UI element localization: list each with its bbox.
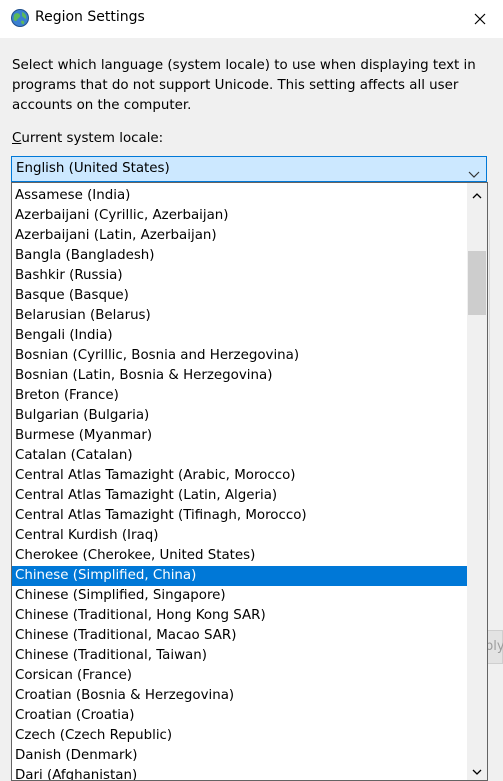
list-item[interactable]: Bosnian (Cyrillic, Bosnia and Herzegovin… [12, 346, 468, 366]
list-item[interactable]: Central Atlas Tamazight (Latin, Algeria) [12, 486, 468, 506]
list-item[interactable]: Czech (Czech Republic) [12, 726, 468, 746]
chevron-down-icon[interactable] [468, 165, 480, 178]
globe-icon [10, 8, 30, 28]
list-item[interactable]: Chinese (Traditional, Taiwan) [12, 646, 468, 666]
list-item[interactable]: Azerbaijani (Latin, Azerbaijan) [12, 226, 468, 246]
locale-list: Assamese (India) Azerbaijani (Cyrillic, A… [12, 186, 468, 780]
list-item[interactable]: Assamese (India) [12, 186, 468, 206]
selected-locale-value: English (United States) [16, 161, 170, 176]
list-item-selected[interactable]: Chinese (Simplified, China) [12, 566, 468, 586]
list-item[interactable]: Bengali (India) [12, 326, 468, 346]
list-item[interactable]: Breton (France) [12, 386, 468, 406]
list-item[interactable]: Dari (Afghanistan) [12, 766, 468, 780]
label-mnemonic: C [12, 131, 22, 146]
system-locale-label: Current system locale: [12, 131, 163, 146]
list-item[interactable]: Central Atlas Tamazight (Tifinagh, Moroc… [12, 506, 468, 526]
list-item[interactable]: Burmese (Myanmar) [12, 426, 468, 446]
title-bar: Region Settings [0, 0, 503, 38]
list-item[interactable]: Chinese (Traditional, Hong Kong SAR) [12, 606, 468, 626]
list-item[interactable]: Danish (Denmark) [12, 746, 468, 766]
scroll-down-button[interactable] [467, 760, 487, 780]
list-item[interactable]: Bashkir (Russia) [12, 266, 468, 286]
label-text: urrent system locale: [21, 131, 164, 146]
scroll-up-button[interactable] [467, 183, 487, 203]
dialog-description: Select which language (system locale) to… [12, 58, 476, 113]
list-item[interactable]: Azerbaijani (Cyrillic, Azerbaijan) [12, 206, 468, 226]
list-item[interactable]: Basque (Basque) [12, 286, 468, 306]
background-dialog-frame [489, 220, 503, 520]
list-item[interactable]: Bosnian (Latin, Bosnia & Herzegovina) [12, 366, 468, 386]
scroll-down-arrow-icon [472, 761, 482, 780]
list-item[interactable]: Corsican (France) [12, 666, 468, 686]
list-item[interactable]: Catalan (Catalan) [12, 446, 468, 466]
scroll-thumb[interactable] [468, 251, 486, 315]
list-item[interactable]: Chinese (Traditional, Macao SAR) [12, 626, 468, 646]
window-title: Region Settings [35, 9, 145, 25]
list-item[interactable]: Central Kurdish (Iraq) [12, 526, 468, 546]
list-item[interactable]: Croatian (Bosnia & Herzegovina) [12, 686, 468, 706]
close-icon [474, 10, 486, 29]
scroll-up-arrow-icon [472, 184, 482, 203]
vertical-scrollbar[interactable] [467, 183, 487, 780]
list-item[interactable]: Cherokee (Cherokee, United States) [12, 546, 468, 566]
locale-dropdown-list[interactable]: Assamese (India) Azerbaijani (Cyrillic, A… [11, 182, 488, 781]
list-item[interactable]: Belarusian (Belarus) [12, 306, 468, 326]
list-item[interactable]: Central Atlas Tamazight (Arabic, Morocco… [12, 466, 468, 486]
list-item[interactable]: Chinese (Simplified, Singapore) [12, 586, 468, 606]
list-item[interactable]: Bulgarian (Bulgaria) [12, 406, 468, 426]
list-item[interactable]: Bangla (Bangladesh) [12, 246, 468, 266]
system-locale-select[interactable]: English (United States) [11, 156, 487, 182]
list-item[interactable]: Croatian (Croatia) [12, 706, 468, 726]
close-button[interactable] [457, 0, 503, 38]
